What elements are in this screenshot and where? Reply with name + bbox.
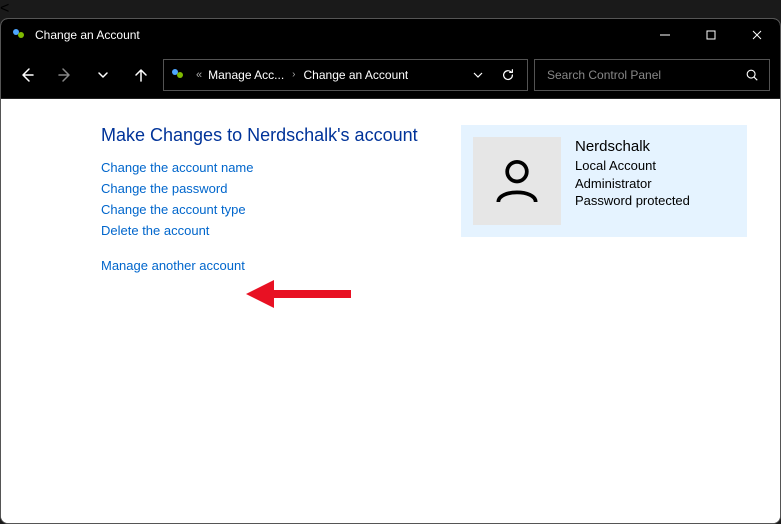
link-change-type[interactable]: Change the account type — [101, 202, 421, 217]
maximize-button[interactable] — [688, 19, 734, 51]
account-card[interactable]: Nerdschalk Local Account Administrator P… — [461, 125, 747, 237]
content-area: Make Changes to Nerdschalk's account Cha… — [1, 99, 780, 523]
toolbar: « Manage Acc... › Change an Account — [1, 51, 780, 99]
link-manage-another[interactable]: Manage another account — [101, 258, 421, 273]
up-button[interactable] — [125, 59, 157, 91]
refresh-button[interactable] — [495, 68, 521, 82]
account-name: Nerdschalk — [575, 137, 690, 157]
left-pane: Make Changes to Nerdschalk's account Cha… — [101, 125, 421, 273]
breadcrumb-seg-2[interactable]: Change an Account — [304, 68, 409, 82]
breadcrumb-overflow-icon[interactable]: « — [194, 69, 204, 81]
link-delete-account[interactable]: Delete the account — [101, 223, 421, 238]
breadcrumb-seg-1[interactable]: Manage Acc... — [208, 68, 284, 82]
close-button[interactable] — [734, 19, 780, 51]
account-protection: Password protected — [575, 192, 690, 210]
history-dropdown-button[interactable] — [87, 59, 119, 91]
address-bar[interactable]: « Manage Acc... › Change an Account — [163, 59, 528, 91]
chevron-right-icon[interactable]: › — [288, 69, 299, 80]
app-icon — [11, 27, 27, 43]
search-icon[interactable] — [745, 68, 759, 82]
window-title: Change an Account — [35, 28, 642, 42]
address-bar-icon — [170, 67, 186, 83]
chevron-down-icon[interactable] — [465, 70, 491, 80]
forward-button[interactable] — [49, 59, 81, 91]
window-controls — [642, 19, 780, 51]
account-role: Administrator — [575, 175, 690, 193]
right-pane: Nerdschalk Local Account Administrator P… — [461, 125, 747, 237]
account-type: Local Account — [575, 157, 690, 175]
search-box[interactable] — [534, 59, 770, 91]
search-input[interactable] — [545, 67, 745, 83]
avatar — [473, 137, 561, 225]
user-icon — [489, 153, 545, 209]
action-links: Change the account name Change the passw… — [101, 160, 421, 273]
link-change-password[interactable]: Change the password — [101, 181, 421, 196]
account-info: Nerdschalk Local Account Administrator P… — [575, 137, 690, 210]
page-heading: Make Changes to Nerdschalk's account — [101, 125, 421, 146]
titlebar: Change an Account — [1, 19, 780, 51]
annotation-arrow — [246, 274, 356, 314]
back-button[interactable] — [11, 59, 43, 91]
minimize-button[interactable] — [642, 19, 688, 51]
window: Change an Account — [0, 18, 781, 524]
link-change-name[interactable]: Change the account name — [101, 160, 421, 175]
